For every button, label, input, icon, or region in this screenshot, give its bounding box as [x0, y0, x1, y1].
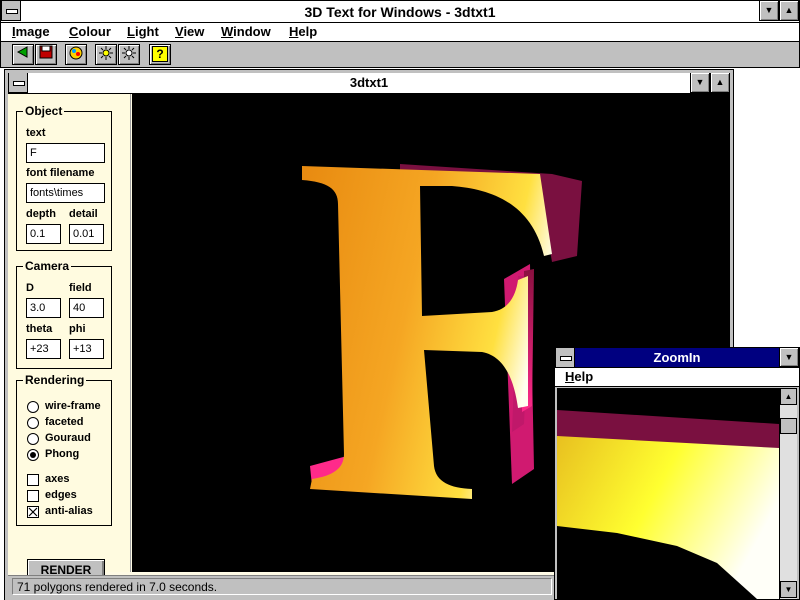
document-maximize-button[interactable]: ▲: [710, 73, 730, 93]
zoomin-title: ZoomIn: [653, 350, 701, 365]
radio-gouraud[interactable]: [27, 433, 39, 445]
status-message: 71 polygons rendered in 7.0 seconds.: [12, 578, 552, 595]
d-label: D: [26, 282, 34, 294]
maximize-button[interactable]: ▲: [779, 1, 799, 21]
app-title-bar[interactable]: 3D Text for Windows - 3dtxt1 ▼ ▲: [0, 0, 800, 23]
theta-label: theta: [26, 323, 53, 335]
detail-label: detail: [69, 208, 98, 220]
axes-label[interactable]: axes: [45, 473, 69, 485]
depth-label: depth: [26, 208, 56, 220]
rendering-group: Rendering wire-frame faceted Gouraud Pho…: [16, 373, 112, 526]
zoomin-scrollbar[interactable]: ▲ ▼: [779, 388, 797, 599]
document-system-menu-icon[interactable]: [8, 73, 28, 93]
app-title: 3D Text for Windows - 3dtxt1: [304, 4, 496, 20]
zoomin-menu-help[interactable]: Help: [565, 369, 593, 384]
document-minimize-button[interactable]: ▼: [690, 73, 710, 93]
theta-input[interactable]: +23: [26, 339, 61, 359]
object-group-label: Object: [23, 104, 65, 118]
font-filename-label: font filename: [26, 167, 95, 179]
d-input[interactable]: 3.0: [26, 298, 61, 318]
object-group: Object text F font filename fonts\times …: [16, 104, 112, 251]
menu-light[interactable]: Light: [127, 24, 159, 39]
phi-label: phi: [69, 323, 86, 335]
zoomin-window[interactable]: ZoomIn ▼ Help ▲ ▼: [554, 347, 800, 600]
save-button[interactable]: [35, 44, 57, 65]
settings-panel: Object text F font filename fonts\times …: [8, 94, 131, 581]
depth-input[interactable]: 0.1: [26, 224, 61, 244]
radio-faceted[interactable]: [27, 417, 39, 429]
palette-button[interactable]: [65, 44, 87, 65]
detail-input[interactable]: 0.01: [69, 224, 104, 244]
radio-phong[interactable]: [27, 449, 39, 461]
zoomed-letter-detail: [557, 410, 779, 599]
help-button[interactable]: ?: [149, 44, 171, 65]
menu-help[interactable]: Help: [289, 24, 317, 39]
faceted-label[interactable]: faceted: [45, 416, 84, 428]
system-menu-icon[interactable]: [1, 1, 21, 21]
save-icon: [39, 45, 53, 59]
text-label: text: [26, 127, 46, 139]
checkmark-icon: [28, 507, 38, 517]
phong-label[interactable]: Phong: [45, 448, 79, 460]
gouraud-label[interactable]: Gouraud: [45, 432, 91, 444]
scroll-thumb[interactable]: [780, 418, 797, 434]
checkbox-edges[interactable]: [27, 490, 39, 502]
camera-group-label: Camera: [23, 259, 72, 273]
zoomin-title-bar[interactable]: ZoomIn ▼: [555, 348, 799, 368]
phi-input[interactable]: +13: [69, 339, 104, 359]
field-label: field: [69, 282, 92, 294]
radio-wire-frame[interactable]: [27, 401, 39, 413]
zoomin-menu-bar: Help: [555, 368, 799, 387]
menu-view[interactable]: View: [175, 24, 204, 39]
light-off-icon: [122, 46, 136, 60]
camera-group: Camera D field 3.0 40 theta phi +23 +13: [16, 259, 112, 369]
zoomin-system-menu-icon[interactable]: [555, 348, 575, 368]
checkbox-axes[interactable]: [27, 474, 39, 486]
rendering-group-label: Rendering: [23, 373, 87, 387]
menu-colour[interactable]: Colour: [69, 24, 111, 39]
scroll-up-arrow-icon[interactable]: ▲: [780, 388, 797, 405]
document-title: 3dtxt1: [349, 75, 389, 90]
menu-bar: Image Colour Light View Window Help: [0, 23, 800, 42]
toolbar: ?: [0, 42, 800, 68]
checkbox-anti-alias[interactable]: [27, 506, 39, 518]
zoomin-view[interactable]: [557, 388, 779, 599]
palette-icon: [69, 46, 83, 60]
anti-alias-label[interactable]: anti-alias: [45, 505, 93, 517]
field-input[interactable]: 40: [69, 298, 104, 318]
menu-image[interactable]: Image: [12, 24, 50, 39]
edges-label[interactable]: edges: [45, 489, 77, 501]
light-on-button[interactable]: [95, 44, 117, 65]
light-off-button[interactable]: [118, 44, 140, 65]
zoomin-minimize-button[interactable]: ▼: [779, 348, 799, 367]
light-on-icon: [99, 46, 113, 60]
minimize-button[interactable]: ▼: [759, 1, 779, 21]
menu-window[interactable]: Window: [221, 24, 271, 39]
scroll-down-arrow-icon[interactable]: ▼: [780, 581, 797, 598]
back-icon: [16, 46, 28, 58]
document-title-bar[interactable]: 3dtxt1 ▼ ▲: [8, 73, 730, 94]
back-button[interactable]: [12, 44, 34, 65]
font-filename-input[interactable]: fonts\times: [26, 183, 105, 203]
wire-frame-label[interactable]: wire-frame: [45, 400, 101, 412]
help-icon: ?: [152, 46, 168, 62]
text-input[interactable]: F: [26, 143, 105, 163]
